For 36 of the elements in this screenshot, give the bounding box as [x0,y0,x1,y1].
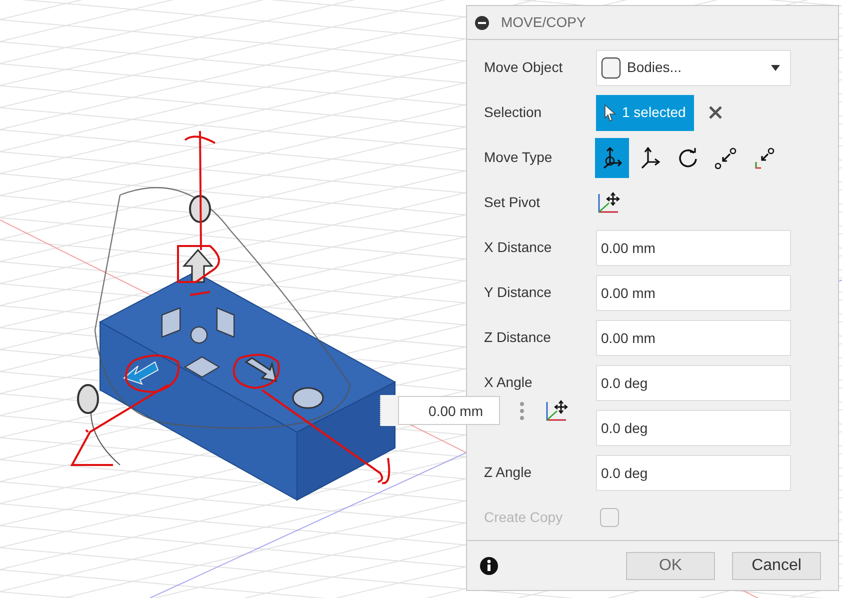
value-input-field[interactable]: 0.00 mm [596,230,791,266]
rotate-icon [677,146,699,169]
field-label: Z Angle [484,463,532,482]
field-label: Y Distance [484,283,552,302]
field-label: Create Copy [484,508,564,528]
move-type-button[interactable] [595,138,629,178]
field-label: Selection [484,103,543,122]
field-label: X Distance [484,238,553,258]
value-input-field[interactable]: 0.0 deg [596,364,791,401]
value-input-field[interactable]: 0.00 mm [596,320,791,356]
dropdown-caret-icon [771,64,780,71]
field-label: Move Object [484,58,564,78]
move-gizmo-icon [601,146,623,169]
pivot-axes-icon[interactable] [596,192,620,214]
move-gizmo-drawing[interactable] [77,187,351,466]
cursor-icon [604,104,616,122]
info-icon[interactable] [480,556,498,575]
cancel-button[interactable]: Cancel [732,552,821,580]
object-type-dropdown[interactable]: Bodies... [596,50,791,86]
field-label: Move Type [484,148,554,168]
colored-diagonal-arrow-icon [753,146,775,169]
value-input-field[interactable]: 0.00 mm [596,274,791,311]
grip-handle[interactable] [380,395,398,426]
field-label: Set Pivot [484,193,542,212]
clear-selection-icon[interactable] [708,106,722,120]
value-input-field[interactable]: 0.0 deg [596,454,791,491]
ok-button[interactable]: OK [626,552,715,580]
value-input-field[interactable]: 0.0 deg [596,410,791,446]
distance-input-field[interactable]: 0.00 mm [398,396,500,425]
field-label: Z Distance [484,328,552,348]
axes-arrows-icon [639,146,661,169]
field-label: X Angle [484,373,534,392]
body-icon [601,56,621,79]
dialog-title: MOVE/COPY [501,13,586,32]
diagonal-arrow-icon [715,146,737,169]
collapse-icon[interactable] [475,16,489,30]
